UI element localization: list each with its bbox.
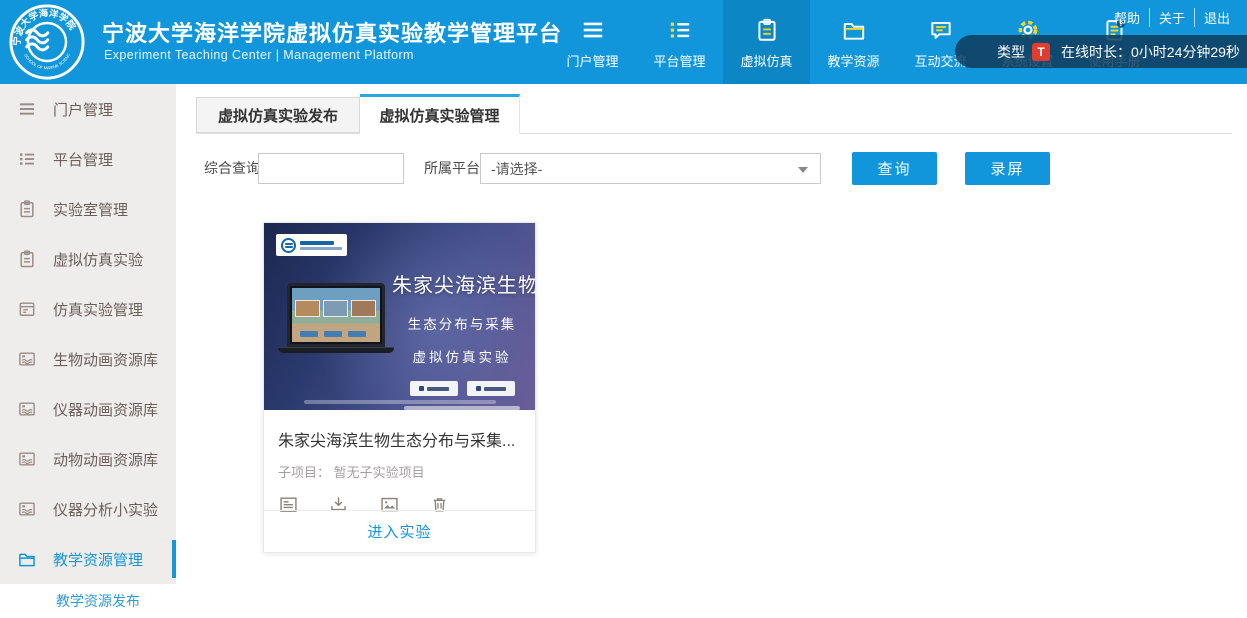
- tab-virtual-sim-publish[interactable]: 虚拟仿真实验发布: [196, 97, 360, 133]
- nav-item-virtual-sim[interactable]: 虚拟仿真: [723, 0, 810, 84]
- folder-icon: [17, 549, 37, 569]
- media-icon: [17, 349, 37, 369]
- sidebar-item-lab-mgmt[interactable]: 实验室管理: [0, 184, 176, 234]
- thumbnail-copyright-line: [304, 400, 496, 404]
- card-footer: 进入实验: [264, 510, 535, 552]
- list-icon: [17, 149, 37, 169]
- media-icon: [17, 449, 37, 469]
- chevron-down-icon: [798, 167, 808, 173]
- sidebar-item-teaching-resource-mgmt[interactable]: 教学资源管理: [0, 534, 176, 584]
- sidebar-item-portal[interactable]: 门户管理: [0, 84, 176, 134]
- clipboard-icon: [17, 249, 37, 269]
- app-window: 宁波大学海洋学院 SCHOOL OF MARINE SCIENCE NINGBO…: [0, 0, 1247, 618]
- thumbnail-button: [410, 381, 458, 396]
- sidebar-item-instrument-animation-lib[interactable]: 仪器动画资源库: [0, 384, 176, 434]
- type-label: 类型: [997, 42, 1025, 62]
- experiment-card: 朱家尖海滨生物 生态分布与采集 虚拟仿真实验 朱家尖海滨生物生态分布与采集...…: [263, 222, 536, 553]
- platform-label: 所属平台: [424, 152, 480, 185]
- thumbnail-title-line3: 虚拟仿真实验: [392, 346, 532, 366]
- experiment-title: 朱家尖海滨生物生态分布与采集...: [278, 427, 521, 451]
- sidebar-item-instrument-analysis[interactable]: 仪器分析小实验: [0, 484, 176, 534]
- search-button[interactable]: 查询: [852, 152, 937, 185]
- thumbnail-info-line: [404, 406, 520, 410]
- thumbnail-logo: [276, 234, 347, 256]
- platform-select-value: -请选择-: [491, 159, 542, 179]
- sidebar: 门户管理 平台管理 实验室管理 虚拟仿真实验 仿真实验管理 生物动画资源库 仪器…: [0, 84, 176, 618]
- type-badge: T: [1032, 43, 1050, 61]
- query-label: 综合查询: [204, 152, 260, 185]
- thumbnail-title-line2: 生态分布与采集: [392, 313, 532, 333]
- clipboard-icon: [754, 17, 780, 43]
- account-links: 帮助 关于 退出: [1105, 8, 1239, 27]
- sidebar-subitem-teaching-resource-publish[interactable]: 教学资源发布: [56, 591, 140, 611]
- tab-divider: [196, 133, 1232, 134]
- list-icon: [667, 17, 693, 43]
- folder-icon: [841, 17, 867, 43]
- experiment-thumbnail[interactable]: 朱家尖海滨生物 生态分布与采集 虚拟仿真实验: [264, 223, 535, 410]
- query-input[interactable]: [258, 153, 404, 184]
- help-link[interactable]: 帮助: [1105, 8, 1149, 27]
- nav-item-teaching-resources[interactable]: 教学资源: [810, 0, 897, 84]
- sidebar-submenu: 教学资源发布: [0, 584, 176, 618]
- platform-select[interactable]: -请选择-: [480, 153, 821, 184]
- sidebar-item-virtual-sim-exp[interactable]: 虚拟仿真实验: [0, 234, 176, 284]
- page-title: 宁波大学海洋学院虚拟仿真实验教学管理平台: [102, 16, 562, 48]
- about-link[interactable]: 关于: [1149, 8, 1194, 27]
- main-content: 虚拟仿真实验发布 虚拟仿真实验管理 综合查询 所属平台 -请选择- 查询 录屏: [176, 84, 1247, 618]
- subproject-label: 子项目：: [278, 465, 330, 480]
- online-duration: 在线时长：0小时24分钟29秒: [1061, 42, 1240, 62]
- sidebar-item-platform[interactable]: 平台管理: [0, 134, 176, 184]
- clipboard-icon: [17, 199, 37, 219]
- sidebar-item-bio-animation-lib[interactable]: 生物动画资源库: [0, 334, 176, 384]
- filter-bar: 综合查询 所属平台 -请选择- 查询 录屏: [176, 152, 1247, 185]
- chat-icon: [928, 17, 954, 43]
- media-icon: [17, 399, 37, 419]
- media-icon: [17, 499, 37, 519]
- app-header: 宁波大学海洋学院 SCHOOL OF MARINE SCIENCE NINGBO…: [0, 0, 1247, 84]
- nav-item-portal[interactable]: 门户管理: [549, 0, 636, 84]
- thumbnail-title-block: 朱家尖海滨生物 生态分布与采集 虚拟仿真实验: [392, 269, 532, 410]
- sidebar-item-animal-animation-lib[interactable]: 动物动画资源库: [0, 434, 176, 484]
- experiment-subprojects: 子项目： 暂无子实验项目: [278, 462, 521, 481]
- enter-experiment-link[interactable]: 进入实验: [367, 521, 431, 542]
- menu-icon: [580, 17, 606, 43]
- sidebar-item-sim-exp-mgmt[interactable]: 仿真实验管理: [0, 284, 176, 334]
- session-status-overlay: 类型 T 在线时长：0小时24分钟29秒: [955, 35, 1247, 68]
- page-subtitle: Experiment Teaching Center | Management …: [104, 48, 414, 62]
- menu-icon: [17, 99, 37, 119]
- board-icon: [17, 299, 37, 319]
- nav-item-platform[interactable]: 平台管理: [636, 0, 723, 84]
- laptop-illustration: [278, 283, 394, 353]
- record-screen-button[interactable]: 录屏: [965, 152, 1050, 185]
- tab-virtual-sim-manage[interactable]: 虚拟仿真实验管理: [360, 94, 520, 134]
- logout-link[interactable]: 退出: [1194, 8, 1239, 27]
- thumbnail-title-line1: 朱家尖海滨生物: [392, 269, 532, 298]
- university-logo: 宁波大学海洋学院 SCHOOL OF MARINE SCIENCE NINGBO…: [8, 3, 86, 81]
- thumbnail-button: [467, 381, 515, 396]
- thumbnail-buttons: [392, 381, 532, 396]
- subproject-value: 暂无子实验项目: [334, 465, 425, 480]
